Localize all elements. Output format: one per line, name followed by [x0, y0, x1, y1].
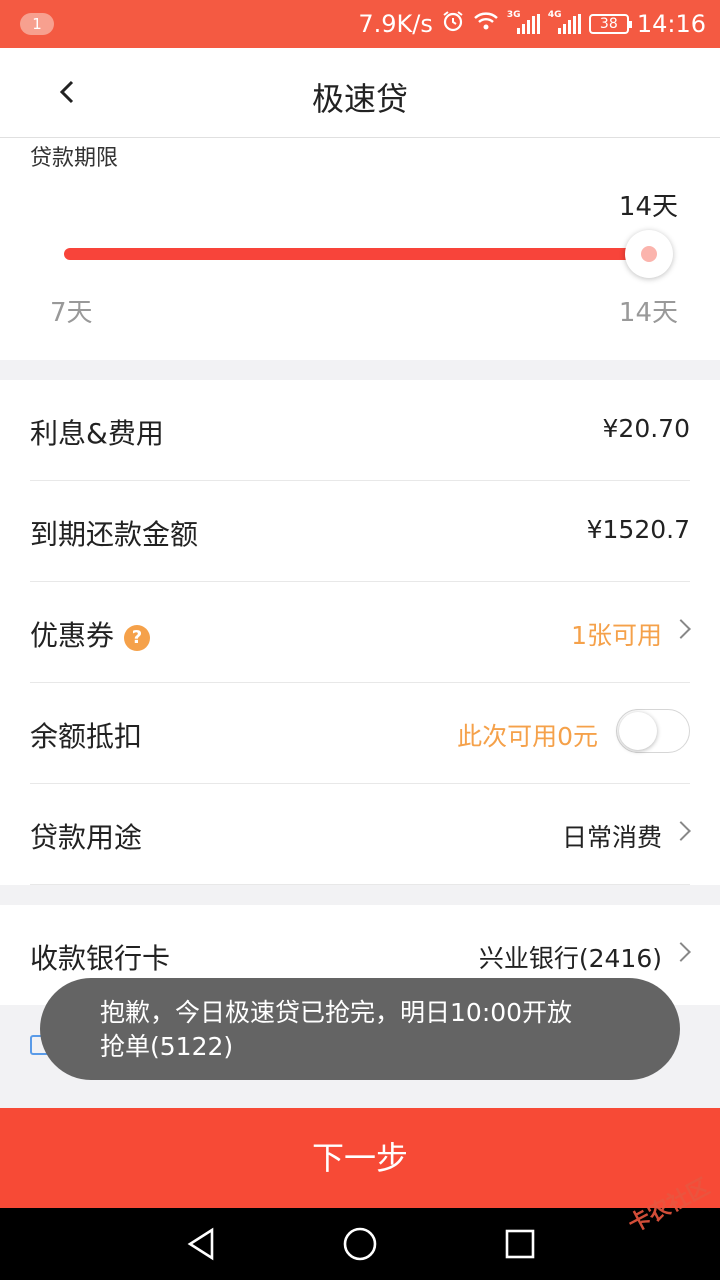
interest-label: 利息&费用 — [30, 417, 164, 450]
notification-badge: 1 — [20, 13, 54, 35]
chevron-right-icon — [671, 821, 691, 841]
loan-details-card: 利息&费用 ¥20.70 到期还款金额 ¥1520.7 优惠券? 1张可用 余额… — [0, 380, 720, 885]
recents-square-icon[interactable] — [504, 1226, 536, 1266]
net-speed: 7.9K/s — [358, 10, 433, 38]
system-nav-bar — [0, 1208, 720, 1280]
nav-bar: 极速贷 — [0, 48, 720, 138]
bank-value: 兴业银行(2416) — [478, 944, 662, 973]
loan-term-slider-thumb[interactable] — [625, 230, 673, 278]
balance-row: 余额抵扣 此次可用0元 — [30, 683, 690, 784]
coupon-label: 优惠券 — [30, 619, 115, 652]
purpose-value: 日常消费 — [561, 823, 662, 852]
signal-icon: 3G — [507, 10, 540, 34]
coupon-row[interactable]: 优惠券? 1张可用 — [30, 582, 691, 683]
signal-icon-2: 4G — [548, 10, 581, 34]
toast-message: 抱歉，今日极速贷已抢完，明日10:00开放 抢单(5122) — [40, 978, 680, 1080]
chevron-right-icon — [671, 619, 691, 639]
loan-term-label: 贷款期限 — [30, 146, 119, 171]
loan-term-slider-track[interactable] — [64, 248, 650, 260]
purpose-label: 贷款用途 — [30, 821, 143, 854]
help-icon[interactable]: ? — [124, 625, 151, 651]
chevron-right-icon — [671, 942, 691, 962]
due-amount-value: ¥1520.7 — [586, 515, 690, 544]
interest-value: ¥20.70 — [602, 414, 690, 443]
coupon-label-wrap: 优惠券? — [30, 614, 151, 654]
status-bar: 1 7.9K/s 3G 4G 38 14:16 — [0, 0, 720, 48]
coupon-value: 1张可用 — [571, 621, 662, 650]
next-button[interactable]: 下一步 — [0, 1108, 720, 1208]
bank-label: 收款银行卡 — [30, 942, 171, 975]
purpose-row[interactable]: 贷款用途 日常消费 — [30, 784, 691, 885]
page-title: 极速贷 — [311, 80, 408, 118]
loan-term-max-label: 14天 — [618, 298, 678, 328]
balance-value: 此次可用0元 — [457, 722, 598, 751]
clock: 14:16 — [636, 10, 706, 38]
due-amount-label: 到期还款金额 — [30, 518, 199, 551]
balance-label: 余额抵扣 — [30, 720, 143, 753]
interest-row: 利息&费用 ¥20.70 — [30, 380, 690, 481]
toast-line-2: 抢单(5122) — [100, 1032, 234, 1061]
back-triangle-icon[interactable] — [184, 1226, 218, 1266]
loan-term-current-value: 14天 — [618, 192, 678, 222]
home-circle-icon[interactable] — [342, 1226, 378, 1266]
wifi-icon — [473, 10, 499, 38]
alarm-icon — [441, 9, 465, 39]
battery-icon: 38 — [588, 14, 632, 34]
due-amount-row: 到期还款金额 ¥1520.7 — [30, 481, 690, 582]
toast-line-1: 抱歉，今日极速贷已抢完，明日10:00开放 — [100, 998, 573, 1027]
balance-toggle[interactable] — [616, 709, 690, 753]
loan-term-section: 贷款期限 14天 7天 14天 — [0, 138, 720, 360]
loan-term-min-label: 7天 — [50, 298, 93, 328]
